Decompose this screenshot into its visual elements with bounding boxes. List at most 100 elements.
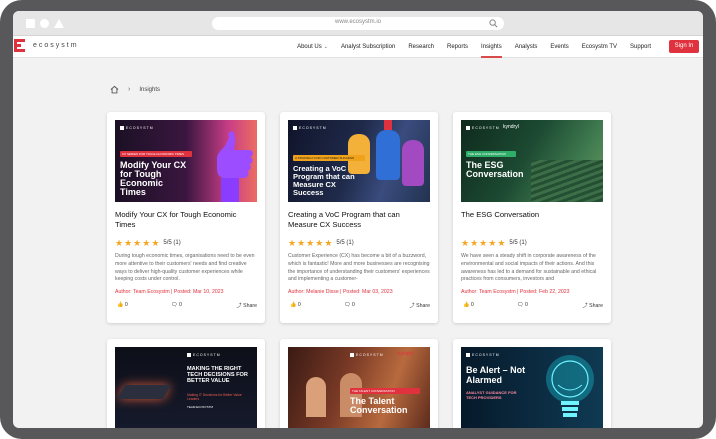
comment-icon: 🗨 — [344, 302, 351, 308]
home-icon[interactable] — [110, 85, 119, 94]
insight-card[interactable]: ECOSYSTM CX SERIES FOR TOUGH ECONOMIC TI… — [107, 112, 265, 323]
nav-ecosystm-tv[interactable]: Ecosystm TV — [582, 36, 617, 58]
breadcrumb: › Insights — [110, 85, 160, 94]
partner-logo: kyndryl — [398, 351, 414, 357]
share-button[interactable]: ⤴ Share — [583, 302, 604, 309]
card-thumbnail[interactable]: ECOSYSTM kyndryl THE TALENT CONVERSATION… — [288, 347, 430, 428]
image-logo: ECOSYSTM — [466, 126, 500, 130]
nav-research[interactable]: Research — [408, 36, 434, 58]
like-button[interactable]: 👍 0 — [117, 302, 128, 308]
main-nav: About Us ⌄ Analyst Subscription Research … — [284, 36, 651, 58]
card-actions: 👍 0 🗨 0 ⤴ Share — [461, 302, 603, 310]
card-thumbnail[interactable]: ECOSYSTM kyndryl THE ESG CONVERSATION Th… — [461, 120, 603, 202]
like-count: 0 — [124, 302, 128, 308]
partner-logo: kyndryl — [503, 124, 519, 130]
star-icon[interactable]: ★ — [324, 238, 332, 248]
ecosystm-logo-icon[interactable] — [14, 39, 28, 53]
rating-value: 5/5 (1) — [163, 240, 181, 246]
nav-insights[interactable]: Insights — [481, 36, 502, 58]
star-icon[interactable]: ★ — [488, 238, 496, 248]
share-label: Share — [416, 303, 430, 309]
share-label: Share — [243, 303, 257, 309]
star-icon[interactable]: ★ — [497, 238, 505, 248]
image-subtitle: ANALYST GUIDANCE FOR TECH PROVIDERS — [466, 390, 517, 400]
like-button[interactable]: 👍 0 — [290, 302, 301, 308]
like-button[interactable]: 👍 0 — [463, 302, 474, 308]
card-thumbnail[interactable]: ECOSYSTM MAKING THE RIGHT TECH DECISIONS… — [115, 347, 257, 428]
search-icon[interactable] — [489, 19, 498, 28]
insight-card[interactable]: ECOSYSTM Be Alert – Not Alarmed ANALYST … — [453, 339, 611, 428]
star-icon[interactable]: ★ — [315, 238, 323, 248]
card-author-date: Author: Melanie Disse | Posted: Mar 03, … — [288, 289, 393, 295]
card-actions: 👍 0 🗨 0 ⤴ Share — [115, 302, 257, 310]
insight-card[interactable]: ECOSYSTM kyndryl THE TALENT CONVERSATION… — [280, 339, 438, 428]
comment-button[interactable]: 🗨 0 — [517, 302, 528, 308]
star-icon[interactable]: ★ — [124, 238, 132, 248]
star-icon[interactable]: ★ — [115, 238, 123, 248]
star-rating[interactable]: ★ ★ ★ ★ ★ 5/5 (1) — [115, 238, 181, 248]
nav-about-us-label: About Us — [297, 44, 322, 50]
card-author-date: Author: Team Ecosystm | Posted: Feb 22, … — [461, 289, 570, 295]
image-logo: ECOSYSTM — [120, 126, 154, 130]
insight-card[interactable]: ECOSYSTM kyndryl THE ESG CONVERSATION Th… — [453, 112, 611, 323]
star-icon[interactable]: ★ — [297, 238, 305, 248]
comment-count: 0 — [525, 302, 528, 308]
thumbs-up-icon: 👍 — [117, 302, 124, 308]
star-icon[interactable]: ★ — [461, 238, 469, 248]
card-author-date: Author: Team Ecosystm | Posted: Mar 10, … — [115, 289, 224, 295]
star-icon[interactable]: ★ — [479, 238, 487, 248]
card-description: We have seen a steady shift in corporate… — [461, 253, 597, 283]
rating-value: 5/5 (1) — [336, 240, 354, 246]
nav-analysts[interactable]: Analysts — [515, 36, 538, 58]
thumbs-up-icon: 👍 — [290, 302, 297, 308]
card-title[interactable]: The ESG Conversation — [461, 210, 603, 220]
address-bar[interactable]: www.ecosystm.io — [212, 17, 504, 30]
comment-count: 0 — [179, 302, 182, 308]
comment-icon: 🗨 — [171, 302, 178, 308]
card-title[interactable]: Creating a VoC Program that can Measure … — [288, 210, 430, 230]
comment-button[interactable]: 🗨 0 — [344, 302, 355, 308]
star-icon[interactable]: ★ — [306, 238, 314, 248]
share-button[interactable]: ⤴ Share — [410, 302, 431, 309]
image-title: The ESG Conversation — [466, 160, 524, 179]
star-icon[interactable]: ★ — [151, 238, 159, 248]
share-icon: ⤴ — [582, 303, 588, 309]
nav-about-us[interactable]: About Us ⌄ — [297, 36, 328, 58]
card-thumbnail[interactable]: ECOSYSTM A STRATEGY FOR CUSTOMER SUCCESS… — [288, 120, 430, 202]
image-banner: CX SERIES FOR TOUGH ECONOMIC TIMES — [120, 151, 192, 157]
like-count: 0 — [297, 302, 301, 308]
window-square-icon — [26, 19, 35, 28]
insight-card[interactable]: ECOSYSTM MAKING THE RIGHT TECH DECISIONS… — [107, 339, 265, 428]
comment-button[interactable]: 🗨 0 — [171, 302, 182, 308]
star-icon[interactable]: ★ — [142, 238, 150, 248]
card-title[interactable]: Modify Your CX for Tough Economic Times — [115, 210, 257, 230]
star-icon[interactable]: ★ — [133, 238, 141, 248]
screen: www.ecosystm.io ecosystm About Us ⌄ Analy… — [13, 11, 703, 428]
star-icon[interactable]: ★ — [288, 238, 296, 248]
insight-card[interactable]: ECOSYSTM A STRATEGY FOR CUSTOMER SUCCESS… — [280, 112, 438, 323]
card-description: During tough economic times, organisatio… — [115, 253, 255, 283]
star-rating[interactable]: ★ ★ ★ ★ ★ 5/5 (1) — [461, 238, 527, 248]
nav-analyst-subscription[interactable]: Analyst Subscription — [341, 36, 395, 58]
image-title: Creating a VoC Program that can Measure … — [293, 164, 355, 197]
card-description: Customer Experience (CX) has become a bi… — [288, 253, 430, 283]
share-icon: ⤴ — [409, 303, 415, 309]
star-rating[interactable]: ★ ★ ★ ★ ★ 5/5 (1) — [288, 238, 354, 248]
image-banner: THE ESG CONVERSATION — [466, 151, 516, 157]
chevron-right-icon: › — [128, 86, 131, 93]
browser-chrome: www.ecosystm.io — [13, 11, 703, 36]
star-icon[interactable]: ★ — [470, 238, 478, 248]
thumbs-up-icon: 👍 — [463, 302, 470, 308]
nav-reports[interactable]: Reports — [447, 36, 468, 58]
card-thumbnail[interactable]: ECOSYSTM Be Alert – Not Alarmed ANALYST … — [461, 347, 603, 428]
sign-in-button[interactable]: Sign In — [669, 40, 699, 53]
site-header: ecosystm About Us ⌄ Analyst Subscription … — [13, 36, 703, 58]
card-thumbnail[interactable]: ECOSYSTM CX SERIES FOR TOUGH ECONOMIC TI… — [115, 120, 257, 202]
image-title: MAKING THE RIGHT TECH DECISIONS FOR BETT… — [187, 366, 248, 384]
nav-events[interactable]: Events — [550, 36, 568, 58]
share-label: Share — [589, 303, 603, 309]
nav-support[interactable]: Support — [630, 36, 651, 58]
brand-name[interactable]: ecosystm — [33, 42, 79, 49]
share-button[interactable]: ⤴ Share — [237, 302, 258, 309]
image-logo: ECOSYSTM — [293, 126, 327, 130]
